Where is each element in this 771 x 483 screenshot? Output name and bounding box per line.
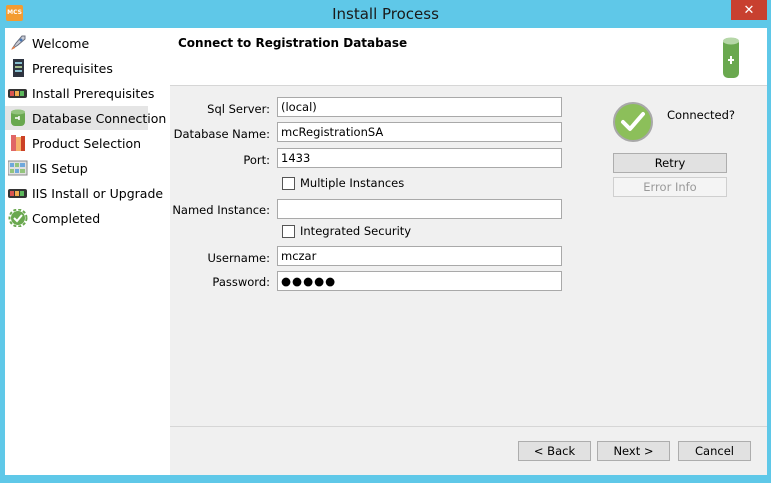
sidebar-item-welcome: Welcome	[5, 31, 148, 55]
close-button[interactable]: ✕	[731, 0, 767, 20]
checkbox-box[interactable]	[282, 176, 295, 190]
web-grid-icon	[7, 159, 28, 177]
sidebar-item-label: Welcome	[32, 35, 90, 51]
battery-icon	[8, 84, 28, 102]
sidebar-item-label: Completed	[32, 210, 101, 226]
multiple-instances-checkbox[interactable]: Multiple Instances	[282, 176, 404, 190]
named-instance-input[interactable]	[277, 199, 562, 219]
checkbox-box[interactable]	[282, 224, 295, 238]
sidebar-item-label: Install Prerequisites	[32, 85, 155, 101]
checklist-icon	[8, 59, 28, 77]
sidebar-item-completed: Completed	[5, 206, 148, 230]
main-panel: Connect to Registration Database Sql Ser…	[170, 28, 767, 475]
page-title: Connect to Registration Database	[178, 36, 408, 50]
integrated-security-label: Integrated Security	[300, 224, 412, 238]
sidebar-item-label: Prerequisites	[32, 60, 113, 76]
gear-check-icon	[8, 208, 28, 228]
sidebar-item-label: Product Selection	[32, 135, 142, 151]
database-plug-icon	[721, 36, 741, 81]
password-label: Password:	[212, 275, 270, 289]
sidebar-item-iis-setup: IIS Setup	[5, 156, 148, 180]
error-info-button[interactable]: Error Info	[613, 177, 727, 197]
sidebar-item-prerequisites: Prerequisites	[5, 56, 148, 80]
sidebar-item-iis-install-or-upgrade: IIS Install or Upgrade	[5, 181, 163, 205]
sidebar-item-install-prerequisites: Install Prerequisites	[5, 81, 154, 105]
sidebar-item-database-connection: Database Connection	[5, 106, 166, 130]
port-label: Port:	[243, 153, 270, 167]
step-sidebar: Welcome Prerequisites Install Prerequisi…	[5, 28, 170, 475]
multiple-instances-label: Multiple Instances	[300, 176, 405, 190]
cancel-button[interactable]: Cancel	[678, 441, 751, 461]
installer-window: Welcome Prerequisites Install Prerequisi…	[5, 28, 767, 475]
sql-server-label: Sql Server:	[207, 102, 270, 116]
sidebar-item-label: IIS Setup	[32, 160, 88, 176]
rocket-icon	[8, 34, 28, 52]
named-instance-label: Named Instance:	[172, 203, 270, 217]
username-input[interactable]: mczar	[277, 246, 562, 266]
title-bar: MCS Install Process ✕	[0, 0, 771, 28]
page-header: Connect to Registration Database	[170, 28, 767, 86]
sidebar-item-label: IIS Install or Upgrade	[32, 185, 164, 201]
database-name-input[interactable]: mcRegistrationSA	[277, 122, 562, 142]
checkmark-circle-icon	[613, 102, 653, 142]
sidebar-item-label: Database Connection	[32, 110, 167, 126]
retry-button[interactable]: Retry	[613, 153, 727, 173]
books-icon	[8, 134, 28, 152]
connection-status-text: Connected?	[667, 108, 736, 122]
database-name-label: Database Name:	[173, 127, 270, 141]
password-input[interactable]: ●●●●●	[277, 271, 562, 291]
sql-server-input[interactable]: (local)	[277, 97, 562, 117]
username-label: Username:	[207, 251, 271, 265]
database-icon	[8, 109, 28, 127]
next-button[interactable]: Next >	[597, 441, 670, 461]
window-title: Install Process	[332, 5, 439, 23]
port-input[interactable]: 1433	[277, 148, 562, 168]
battery-icon	[8, 184, 28, 202]
integrated-security-checkbox[interactable]: Integrated Security	[282, 224, 411, 238]
back-button[interactable]: < Back	[518, 441, 591, 461]
sidebar-item-product-selection: Product Selection	[5, 131, 148, 155]
footer-divider	[170, 426, 767, 427]
